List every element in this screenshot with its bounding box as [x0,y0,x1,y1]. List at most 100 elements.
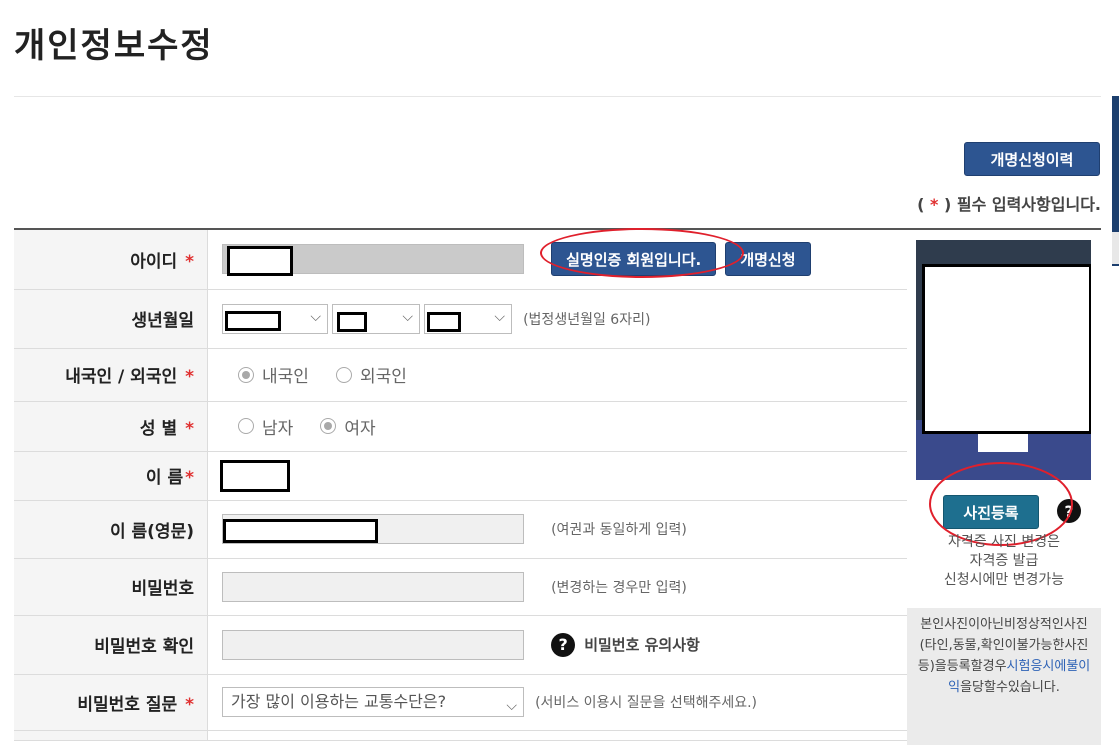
password-notice-link[interactable]: 비밀번호 유의사항 [584,636,700,654]
value-gender: 남자 여자 [207,401,907,452]
required-mark: * [185,367,194,387]
label-password-question: 비밀번호 질문 * [14,674,208,731]
photo-warning: 본인사진이아닌비정상적인사진(타인,동물,확인이불가능한사진등)을등록할경우시험… [907,608,1101,745]
value-password-question: 가장 많이 이용하는 교통수단은? ⌵ (서비스 이용시 질문을 선택해주세요.… [207,674,907,731]
scrollbar-button[interactable] [1112,232,1119,264]
title-divider [14,96,1101,97]
radio-domestic-label: 내국인 [262,367,309,387]
form-row-name-en: 이 름(영문) (여권과 동일하게 입력) [14,500,907,559]
redacted-box [922,264,1091,434]
radio-circle-selected [238,366,254,383]
photo-register-button[interactable]: 사진등록 [943,495,1039,529]
label-name: 이 름 * [14,451,208,501]
value-next [207,730,907,741]
radio-domestic[interactable]: 내국인 [238,362,309,387]
required-note: ( * ) 필수 입력사항입니다. [917,191,1101,215]
verified-member-button[interactable]: 실명인증 회원입니다. [551,242,717,277]
label-birthdate: 생년월일 [14,289,208,349]
label-password-confirm: 비밀번호 확인 [14,615,208,675]
label-password: 비밀번호 [14,558,208,616]
chevron-down-icon: ⌵ [402,308,413,325]
name-en-field[interactable] [222,514,524,544]
warning-text-post: 을당할수있습니다. [960,680,1060,695]
rename-history-button[interactable]: 개명신청이력 [964,142,1100,176]
radio-foreign[interactable]: 외국인 [336,362,407,387]
form-row-birthdate: 생년월일 ⌵ ⌵ ⌵ (법정생년월일 6자리) [14,289,907,349]
form-row-name: 이 름 * [14,451,907,501]
radio-circle [336,366,353,383]
required-note-open: ( [917,195,925,214]
value-password: (변경하는 경우만 입력) [207,558,907,616]
page-title: 개인정보수정 [14,26,214,66]
redacted-box [427,311,461,332]
label-gender: 성 별 * [14,401,208,452]
birth-day-select[interactable]: ⌵ [424,303,512,334]
label-password-question-text: 비밀번호 질문 [77,694,178,715]
redacted-box [337,311,367,332]
name-value [220,459,290,492]
rename-request-button[interactable]: 개명신청 [725,242,811,277]
id-field[interactable] [222,244,524,277]
label-next [14,730,208,741]
required-mark: * [185,251,194,272]
required-note-close: ) [943,195,952,214]
required-mark: * [185,694,194,715]
birth-month-select[interactable]: ⌵ [332,303,420,334]
radio-male-label: 남자 [262,418,294,439]
radio-male[interactable]: 남자 [238,414,293,439]
redacted-box [227,246,293,277]
redacted-box [220,459,290,492]
birthdate-hint: (법정생년월일 6자리) [523,311,651,328]
password-field[interactable] [222,571,524,602]
value-birthdate: ⌵ ⌵ ⌵ (법정생년월일 6자리) [207,289,907,349]
photo-note-line2: 자격증 발급 [969,553,1039,569]
form-row-id: 아이디 * 실명인증 회원입니다. 개명신청 [14,228,907,290]
required-mark: * [185,418,194,439]
label-gender-text: 성 별 [139,418,178,439]
radio-circle [238,418,254,434]
profile-photo [916,240,1091,480]
photo-change-note: 자격증 사진 변경은 자격증 발급 신청시에만 변경가능 [907,533,1101,590]
value-name-en: (여권과 동일하게 입력) [207,500,907,559]
password-question-select[interactable]: 가장 많이 이용하는 교통수단은? ⌵ [222,687,524,717]
password-question-selected: 가장 많이 이용하는 교통수단은? [231,692,447,711]
required-star: * [930,195,939,214]
photo-panel: 사진등록 ? 자격증 사진 변경은 자격증 발급 신청시에만 변경가능 본인사진… [907,228,1101,745]
label-nationality: 내국인 / 외국인 * [14,348,208,402]
radio-circle-selected [320,418,337,434]
redacted-box [223,519,378,543]
form-row-password-confirm: 비밀번호 확인 ? 비밀번호 유의사항 [14,615,907,675]
chevron-down-icon: ⌵ [310,308,321,325]
name-en-hint: (여권과 동일하게 입력) [551,522,687,538]
form-row-password: 비밀번호 (변경하는 경우만 입력) [14,558,907,616]
profile-form: 아이디 * 실명인증 회원입니다. 개명신청 생년월일 ⌵ ⌵ ⌵ (법정생년월일 [14,228,907,741]
required-note-text: 필수 입력사항입니다. [956,195,1101,214]
label-nationality-text: 내국인 / 외국인 [65,367,178,387]
value-nationality: 내국인 외국인 [207,348,907,402]
label-name-en: 이 름(영문) [14,500,208,559]
value-id: 실명인증 회원입니다. 개명신청 [207,228,907,290]
chevron-down-icon: ⌵ [506,698,517,714]
password-confirm-field[interactable] [222,629,524,660]
chevron-down-icon: ⌵ [494,308,505,325]
password-question-hint: (서비스 이용시 질문을 선택해주세요.) [535,695,758,711]
value-name [207,451,907,501]
label-name-text: 이 름 [145,468,184,488]
help-icon[interactable]: ? [1057,499,1081,523]
radio-female-label: 여자 [344,418,376,439]
password-hint: (변경하는 경우만 입력) [551,579,687,596]
form-row-nationality: 내국인 / 외국인 * 내국인 외국인 [14,348,907,402]
label-id-text: 아이디 [130,251,178,272]
form-row-gender: 성 별 * 남자 여자 [14,401,907,452]
redacted-box [225,310,281,331]
help-icon[interactable]: ? [551,632,576,657]
photo-note-line1: 자격증 사진 변경은 [948,534,1060,550]
form-row-password-question: 비밀번호 질문 * 가장 많이 이용하는 교통수단은? ⌵ (서비스 이용시 질문… [14,674,907,731]
radio-foreign-label: 외국인 [360,367,407,387]
value-password-confirm: ? 비밀번호 유의사항 [207,615,907,675]
label-id: 아이디 * [14,229,208,290]
required-mark: * [185,468,194,488]
radio-female[interactable]: 여자 [320,414,376,439]
photo-note-line3: 신청시에만 변경가능 [943,572,1065,588]
birth-year-select[interactable]: ⌵ [222,303,328,334]
